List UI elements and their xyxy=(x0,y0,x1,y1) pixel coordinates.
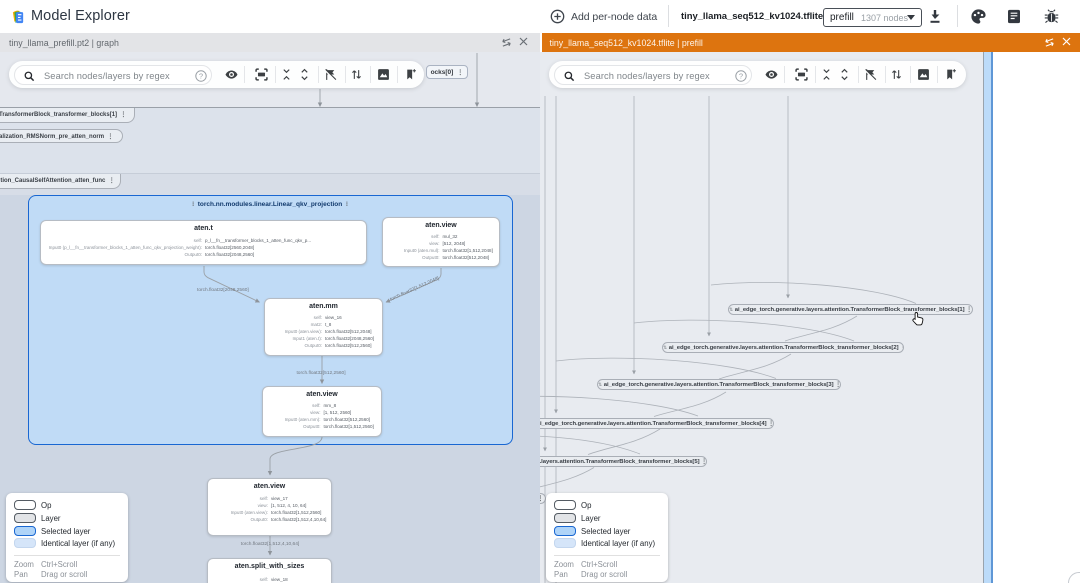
svg-text:torch.float32[1,512,2048]: torch.float32[1,512,2048] xyxy=(389,275,440,302)
svg-text:torch.float32[1,512,4,10,64]: torch.float32[1,512,4,10,64] xyxy=(241,541,299,547)
svg-text:torch.float32[2048,2560]: torch.float32[2048,2560] xyxy=(197,287,249,293)
svg-text:torch.float32[512,2560]: torch.float32[512,2560] xyxy=(296,370,345,376)
